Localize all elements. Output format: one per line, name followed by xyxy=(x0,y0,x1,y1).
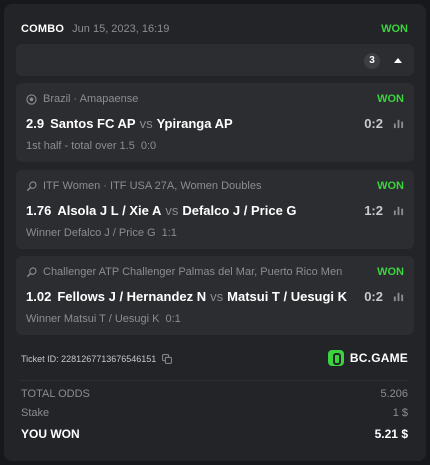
total-odds-row: TOTAL ODDS 5.206 xyxy=(21,388,408,400)
bet-type: COMBO xyxy=(21,23,65,35)
away-team: Ypiranga AP xyxy=(156,115,233,131)
away-team: Defalco J / Price G xyxy=(182,202,297,218)
tennis-racket-icon xyxy=(26,266,37,277)
home-team: Alsola J L / Xie A xyxy=(57,202,162,218)
brand-name: BC.GAME xyxy=(349,351,408,365)
home-team: Santos FC AP xyxy=(50,115,136,131)
vs-separator: vs xyxy=(139,115,153,131)
event-score: 1:2 xyxy=(364,202,383,218)
event-market: 1st half - total over 1.5 0:0 xyxy=(26,140,156,152)
stats-icon[interactable] xyxy=(393,205,404,216)
event-league: ITF Women · ITF USA 27A, Women Doubles xyxy=(43,180,262,192)
event-market: Winner Defalco J / Price G 1:1 xyxy=(26,227,177,239)
payout-label: YOU WON xyxy=(21,427,80,441)
event-card[interactable]: Challenger ATP Challenger Palmas del Mar… xyxy=(16,256,414,335)
stats-icon[interactable] xyxy=(393,291,404,302)
total-odds-label: TOTAL ODDS xyxy=(21,388,90,400)
vs-separator: vs xyxy=(165,202,179,218)
event-score: 0:2 xyxy=(364,115,383,131)
event-odds: 1.02 xyxy=(26,288,52,304)
stake-row: Stake 1 $ xyxy=(21,407,408,419)
event-card[interactable]: Brazil · Amapaense WON 2.9 Santos FC AP … xyxy=(16,83,414,162)
total-odds-value: 5.206 xyxy=(380,388,408,400)
payout-row: YOU WON 5.21 $ xyxy=(21,427,408,441)
payout-value: 5.21 $ xyxy=(374,427,408,441)
stats-icon[interactable] xyxy=(393,118,404,129)
market-label: Winner Defalco J / Price G xyxy=(26,227,156,239)
event-status: WON xyxy=(377,266,404,278)
ticket-id: Ticket ID: 2281267713676546151 xyxy=(21,354,173,364)
stake-value: 1 $ xyxy=(392,407,408,419)
bet-card: COMBO Jun 15, 2023, 16:19 WON 3 Brazil ·… xyxy=(4,4,426,461)
selections-toggle[interactable]: 3 xyxy=(16,44,414,76)
bet-header: COMBO Jun 15, 2023, 16:19 WON xyxy=(21,19,408,39)
vs-separator: vs xyxy=(210,288,224,304)
market-result: 1:1 xyxy=(161,227,177,239)
selections-count: 3 xyxy=(364,53,380,69)
market-result: 0:0 xyxy=(140,140,157,152)
brand-logo: BC.GAME xyxy=(327,350,408,366)
event-league: Challenger ATP Challenger Palmas del Mar… xyxy=(43,266,343,278)
brand-mark-icon xyxy=(327,350,344,366)
bet-datetime: Jun 15, 2023, 16:19 xyxy=(72,23,170,35)
event-odds: 2.9 xyxy=(26,115,45,131)
event-status: WON xyxy=(377,93,404,105)
market-result: 0:1 xyxy=(165,313,181,325)
stake-label: Stake xyxy=(21,407,50,419)
event-score: 0:2 xyxy=(364,288,383,304)
event-status: WON xyxy=(377,180,404,192)
event-market: Winner Matsui T / Uesugi K 0:1 xyxy=(26,313,181,325)
event-card[interactable]: ITF Women · ITF USA 27A, Women Doubles W… xyxy=(16,170,414,249)
market-label: 1st half - total over 1.5 xyxy=(26,140,135,152)
tennis-racket-icon xyxy=(26,180,37,191)
bet-status-badge: WON xyxy=(381,23,408,35)
ticket-id-label: Ticket ID: 2281267713676546151 xyxy=(21,354,157,364)
divider xyxy=(21,380,408,381)
copy-icon[interactable] xyxy=(162,354,173,364)
event-league: Brazil · Amapaense xyxy=(43,93,139,105)
chevron-up-icon[interactable] xyxy=(394,58,402,63)
home-team: Fellows J / Hernandez N xyxy=(57,288,207,304)
away-team: Matsui T / Uesugi K xyxy=(227,288,348,304)
market-label: Winner Matsui T / Uesugi K xyxy=(26,313,160,325)
soccer-ball-icon xyxy=(26,93,37,105)
event-odds: 1.76 xyxy=(26,202,52,218)
